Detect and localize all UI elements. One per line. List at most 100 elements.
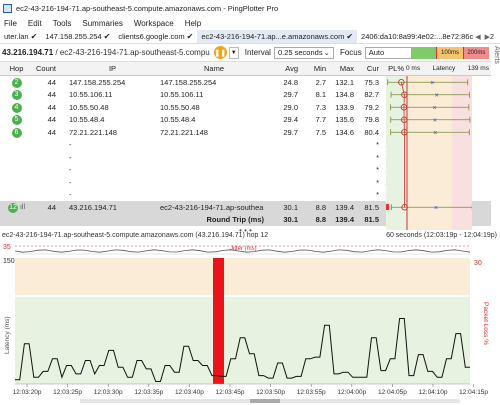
cell-min: 2.7	[315, 77, 326, 87]
tab-147-158[interactable]: 147.158.255.254 ✔	[41, 30, 114, 43]
round-trip-max: 139.4	[335, 215, 354, 225]
col-max[interactable]: Max	[326, 64, 354, 73]
x-tick-label: 12:03:45p	[216, 389, 245, 396]
menu-edit[interactable]: Edit	[28, 19, 42, 28]
check-icon: ✔	[30, 32, 38, 41]
cell-cur: *	[376, 152, 379, 162]
cell-cur: 79.2	[364, 102, 379, 112]
menu-bar: File Edit Tools Summaries Workspace Help	[0, 16, 500, 30]
col-ip[interactable]: IP	[59, 64, 156, 73]
x-tick-label: 12:03:50p	[256, 389, 285, 396]
cell-count: 44	[47, 202, 56, 212]
current-latency-marker: ×	[433, 105, 437, 112]
cell-ip: -	[69, 190, 72, 200]
cell-name: ec2-43-216-194-71.ap-southea	[160, 202, 264, 212]
menu-workspace[interactable]: Workspace	[134, 19, 174, 28]
x-tick-label: 12:04:05p	[378, 389, 407, 396]
col-avg[interactable]: Avg	[268, 64, 298, 73]
cell-hop: 12 ıll	[0, 202, 33, 213]
col-cur[interactable]: Cur	[354, 64, 379, 73]
jitter-label: Jitter (ms)	[230, 246, 257, 252]
cell-min: 7.3	[315, 102, 326, 112]
latency-graph-column: ××××××	[386, 76, 472, 230]
time-graph: 35 Jitter (ms) 30 150 Latency (ms) Packe…	[3, 244, 489, 403]
pause-button[interactable]: ❚❚	[213, 46, 227, 59]
menu-tools[interactable]: Tools	[53, 19, 72, 28]
trace-table: Hop Count IP Name Avg Min Max Cur PL% 0 …	[0, 62, 491, 230]
round-trip-min: 8.8	[315, 215, 326, 225]
check-icon: ✔	[186, 32, 194, 41]
cell-count: 44	[47, 77, 56, 87]
interval-select[interactable]: 0.25 seconds ⌄	[273, 46, 334, 59]
y-axis-top: 150	[3, 258, 15, 265]
col-name[interactable]: Name	[156, 64, 268, 73]
current-latency-marker: ×	[430, 80, 434, 87]
cell-min: 8.1	[315, 90, 326, 100]
graph-green-zone	[15, 296, 470, 384]
menu-file[interactable]: File	[4, 19, 17, 28]
x-tick-label: 12:03:40p	[175, 389, 204, 396]
chevron-down-icon[interactable]: ▼	[228, 46, 239, 59]
packet-loss-scale: 30	[474, 260, 482, 267]
col-min[interactable]: Min	[298, 64, 326, 73]
cell-ip: -	[69, 152, 72, 162]
cell-count: 44	[47, 127, 56, 137]
graph-scrollbar-thumb[interactable]	[250, 399, 280, 403]
target-path: 43.216.194.71 / ec2-43-216-194-71.ap-sou…	[2, 48, 210, 57]
cell-avg: 29.7	[283, 127, 298, 137]
cell-name: 10.55.106.11	[160, 90, 204, 100]
tab-router[interactable]: uter.lan ✔	[0, 30, 41, 43]
current-latency-marker: ×	[433, 130, 437, 137]
menu-summaries[interactable]: Summaries	[82, 19, 122, 28]
menu-help[interactable]: Help	[185, 19, 201, 28]
col-latency-graph[interactable]: 0 ms Latency 139 ms	[404, 65, 491, 72]
chevron-right-icon[interactable]: ▶	[485, 33, 490, 41]
tab-google[interactable]: clients6.google.com ✔	[114, 30, 197, 43]
cell-name: 10.55.50.48	[160, 102, 200, 112]
cell-name: 147.158.255.254	[160, 77, 217, 87]
cell-avg: 24.8	[283, 77, 298, 87]
cell-max: 134.6	[335, 127, 354, 137]
cell-count: 44	[47, 115, 56, 125]
packet-loss-bar	[213, 258, 224, 384]
cell-hop: 2	[0, 77, 33, 88]
cell-count: 44	[47, 90, 56, 100]
cell-min: 7.5	[315, 127, 326, 137]
x-tick-label: 12:04:00p	[337, 389, 366, 396]
cell-cur: 81.5	[364, 202, 379, 212]
cell-ip: 43.216.194.71	[69, 202, 117, 212]
graph-time-range[interactable]: 60 seconds (12:03:19p - 12:04:19p)	[386, 232, 497, 243]
col-hop[interactable]: Hop	[0, 64, 33, 73]
cell-cur: *	[376, 190, 379, 200]
chevron-left-icon[interactable]: ◀	[475, 33, 480, 41]
x-tick-label: 12:03:20p	[13, 389, 42, 396]
cell-hop: 3	[0, 89, 33, 101]
col-count[interactable]: Count	[33, 64, 59, 73]
cell-ip: 10.55.106.11	[69, 90, 113, 100]
cell-max: 135.6	[335, 115, 354, 125]
hop-badge: 4	[11, 102, 22, 113]
current-latency-marker: ×	[433, 117, 437, 124]
cell-avg: 30.1	[283, 202, 298, 212]
window-title: ec2-43-216-194-71.ap-southeast-5.compute…	[16, 3, 279, 13]
col-pl[interactable]: PL%	[379, 64, 404, 73]
title-bar: ec2-43-216-194-71.ap-southeast-5.compute…	[0, 0, 500, 16]
x-tick-label: 12:03:35p	[134, 389, 163, 396]
legend-200: 200ms	[462, 47, 489, 59]
cell-cur: 80.4	[364, 127, 379, 137]
cell-cur: 75.3	[364, 77, 379, 87]
hop-badge: 12	[8, 202, 18, 213]
cell-max: 139.4	[335, 202, 354, 212]
cell-ip: 10.55.50.48	[69, 102, 109, 112]
packet-loss-label: Packet Loss %	[482, 302, 489, 345]
cell-max: 132.1	[335, 77, 354, 87]
cell-ip: -	[69, 140, 72, 150]
cell-cur: *	[376, 165, 379, 175]
packet-loss-marker	[386, 204, 389, 210]
cell-max: 134.8	[335, 90, 354, 100]
x-tick-label: 12:04:15p	[459, 389, 488, 396]
alerts-panel-tab[interactable]: Alerts	[491, 46, 500, 106]
cell-cur: 79.8	[364, 115, 379, 125]
y-axis-label: Latency (ms)	[4, 316, 11, 354]
tab-ec2[interactable]: ec2-43-216-194-71.ap...e.amazonaws.com ✔	[197, 30, 358, 43]
